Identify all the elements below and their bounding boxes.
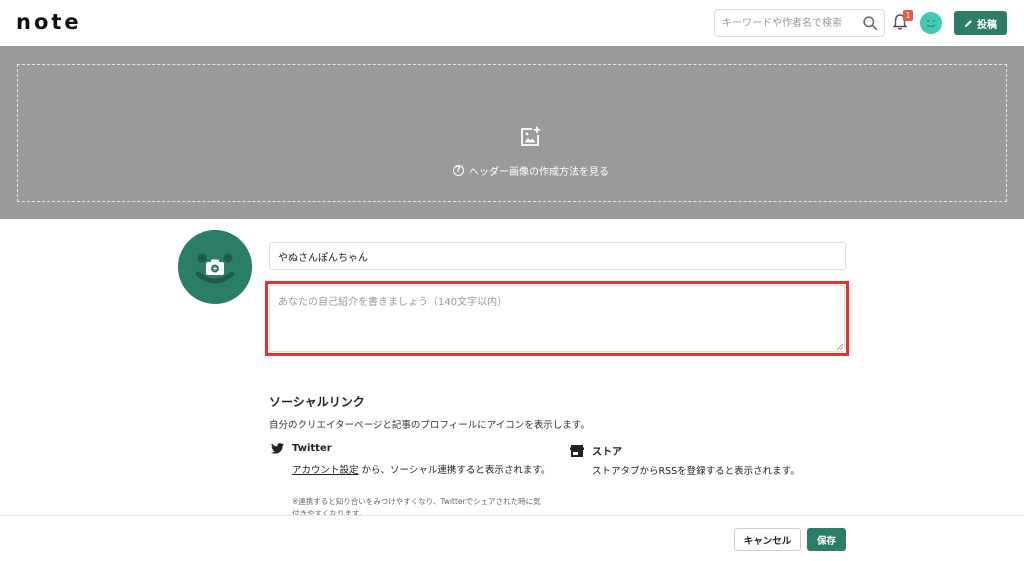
twitter-description-text: から、ソーシャル連携すると表示されます。 [361, 465, 551, 476]
twitter-description: アカウント設定 から、ソーシャル連携すると表示されます。 [292, 463, 554, 478]
name-input[interactable] [269, 242, 846, 270]
social-links-title: ソーシャルリンク [269, 395, 365, 409]
header-help-link[interactable]: ? ヘッダー画像の作成方法を見る [453, 163, 609, 178]
footer-bar: キャンセル 保存 [0, 515, 1024, 561]
add-image-icon[interactable] [518, 125, 542, 149]
save-button[interactable]: 保存 [807, 528, 846, 551]
header-help-text: ヘッダー画像の作成方法を見る [469, 167, 609, 178]
cancel-button[interactable]: キャンセル [734, 528, 801, 551]
store-icon [570, 444, 584, 457]
post-button[interactable]: 投稿 [954, 11, 1007, 35]
twitter-label: Twitter [292, 443, 332, 454]
resize-grip-icon[interactable] [837, 344, 843, 350]
post-button-label: 投稿 [977, 19, 997, 31]
bio-textarea[interactable] [269, 285, 845, 352]
search-box[interactable] [714, 9, 885, 37]
store-heading: ストア [570, 443, 622, 458]
notification-badge: 1 [903, 10, 913, 21]
bio-highlight-frame [265, 281, 849, 356]
header-image-area[interactable]: ? ヘッダー画像の作成方法を見る [0, 46, 1024, 219]
note-logo[interactable]: note [16, 10, 82, 34]
store-label: ストア [592, 447, 622, 458]
top-bar: note 1 投稿 [0, 0, 1024, 46]
question-icon: ? [453, 165, 464, 176]
header-image-dropzone[interactable]: ? ヘッダー画像の作成方法を見る [17, 64, 1007, 202]
account-settings-link[interactable]: アカウント設定 [292, 465, 359, 476]
twitter-heading: Twitter [271, 443, 332, 454]
search-input[interactable] [722, 15, 857, 32]
search-icon[interactable] [862, 15, 879, 32]
user-avatar[interactable] [920, 12, 942, 34]
store-description: ストアタブからRSSを登録すると表示されます。 [592, 466, 800, 477]
social-links-description: 自分のクリエイターページと記事のプロフィールにアイコンを表示します。 [269, 420, 590, 431]
twitter-icon [271, 443, 284, 454]
profile-avatar[interactable] [178, 230, 252, 304]
pencil-icon [964, 19, 972, 27]
